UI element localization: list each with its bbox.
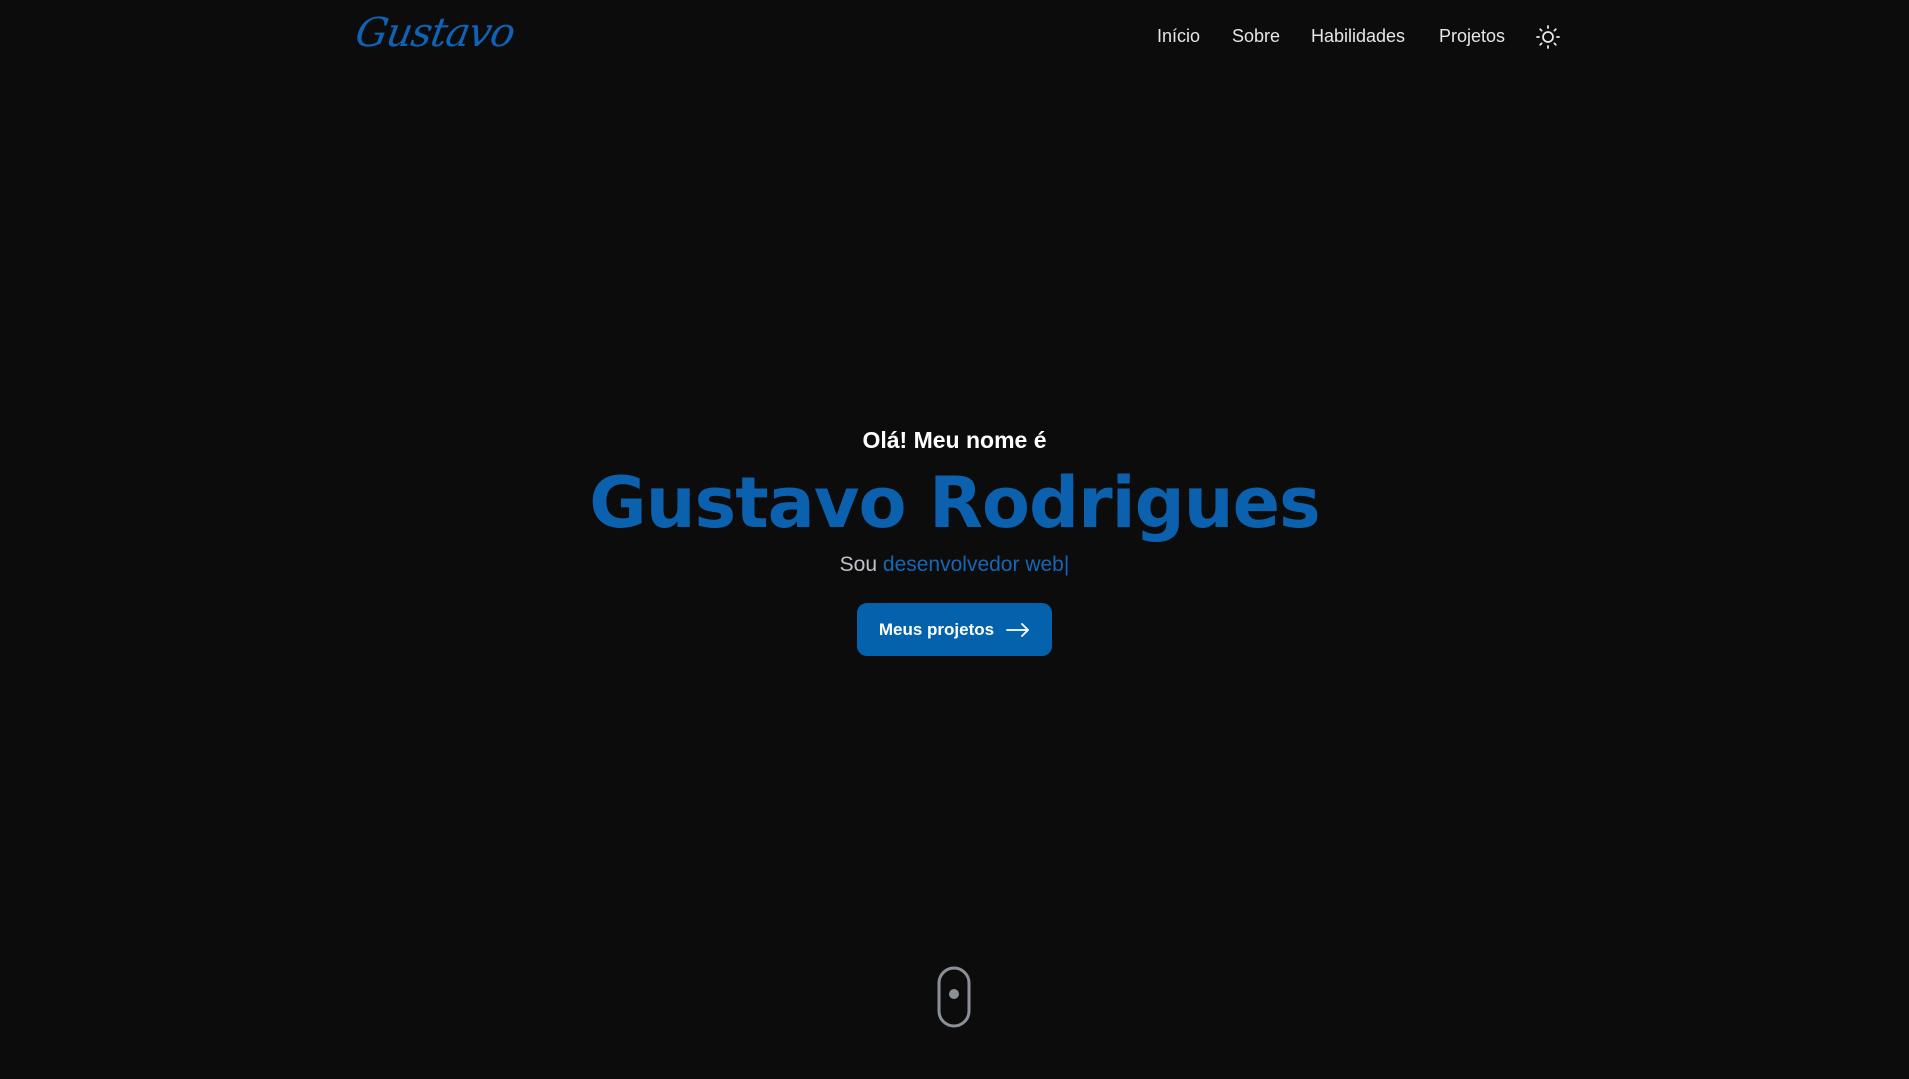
mouse-scroll-icon: [937, 966, 971, 1028]
nav-link-sobre[interactable]: Sobre: [1232, 26, 1280, 47]
typing-caret: |: [1063, 553, 1070, 576]
sun-icon: [1536, 25, 1560, 49]
main-nav: Início Sobre Habilidades Projetos: [0, 26, 1909, 50]
page: Gustavo Início Sobre Habilidades Projeto…: [0, 0, 1909, 1079]
my-projects-button[interactable]: Meus projetos: [856, 603, 1053, 656]
nav-link-projetos[interactable]: Projetos: [1439, 26, 1505, 47]
role-highlight: desenvolvedor web: [882, 553, 1064, 576]
theme-toggle-button[interactable]: [1535, 24, 1561, 50]
scroll-down-indicator[interactable]: [937, 966, 971, 1028]
arrow-right-icon: [1006, 622, 1030, 637]
hero-name: Gustavo Rodrigues: [589, 462, 1320, 544]
hero-role: Sou desenvolvedor web|: [0, 551, 1909, 579]
my-projects-label: Meus projetos: [878, 619, 995, 639]
role-prefix: Sou: [839, 553, 878, 576]
nav-link-inicio[interactable]: Início: [1157, 26, 1200, 47]
hero-section: Olá! Meu nome é Gustavo Rodrigues Sou de…: [0, 425, 1909, 656]
nav-link-habilidades[interactable]: Habilidades: [1311, 26, 1405, 47]
hero-greeting: Olá! Meu nome é: [862, 427, 1047, 453]
